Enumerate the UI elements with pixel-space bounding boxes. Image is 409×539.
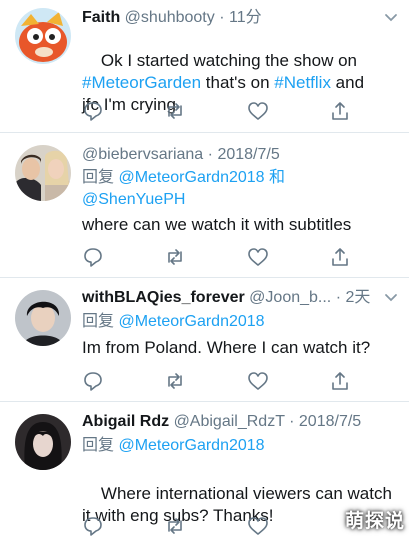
tweet[interactable]: withBLAQies_forever @Joon_b... · 2天 回复 @… xyxy=(0,278,409,402)
separator: · xyxy=(219,9,225,26)
mention-link[interactable]: @MeteorGardn2018 xyxy=(118,169,264,186)
reply-context: 回复 @MeteorGardn2018 xyxy=(82,311,265,333)
reply-prefix: 回复 xyxy=(82,437,119,454)
handle[interactable]: @shuhbooty xyxy=(125,9,215,26)
reply-context: 回复 @MeteorGardn2018 xyxy=(82,435,265,457)
reply-prefix: 回复 xyxy=(82,169,119,186)
action-bar xyxy=(82,100,362,122)
action-bar xyxy=(82,370,362,392)
reply-prefix: 回复 xyxy=(82,313,119,330)
person-avatar-image xyxy=(15,290,71,346)
tweet-text-segment: where can we watch it with subtitles xyxy=(82,215,352,234)
couple-avatar-image xyxy=(15,145,71,201)
tweet-text-segment: Ok I started watching the show on xyxy=(100,51,357,70)
action-bar xyxy=(82,515,362,537)
handle[interactable]: @Joon_b... xyxy=(249,289,331,306)
avatar[interactable] xyxy=(15,145,71,201)
tweet-text: Im from Poland. Where I can watch it? xyxy=(82,337,397,359)
retweet-icon[interactable] xyxy=(164,370,186,392)
tweet-text-segment: Im from Poland. Where I can watch it? xyxy=(82,338,371,357)
timestamp[interactable]: 11分 xyxy=(229,9,262,26)
tweet-header: @biebervsariana · 2018/7/5 xyxy=(82,145,399,165)
share-icon[interactable] xyxy=(329,370,351,392)
fish-avatar-image xyxy=(15,8,71,64)
tweet[interactable]: Faith @shuhbooty · 11分 Ok I started watc… xyxy=(0,0,409,133)
retweet-icon[interactable] xyxy=(164,100,186,122)
action-bar xyxy=(82,246,362,268)
reply-icon[interactable] xyxy=(82,246,104,268)
like-icon[interactable] xyxy=(247,246,269,268)
reply-context-line-2: @ShenYuePH xyxy=(82,189,185,211)
separator: · xyxy=(335,289,342,306)
hashtag-link[interactable]: #Netflix xyxy=(274,73,331,92)
share-icon[interactable] xyxy=(329,100,351,122)
tweet[interactable]: @biebervsariana · 2018/7/5 回复 @MeteorGar… xyxy=(0,133,409,278)
avatar[interactable] xyxy=(15,8,71,64)
display-name[interactable]: Faith xyxy=(82,9,120,26)
display-name[interactable]: withBLAQies_forever xyxy=(82,289,245,306)
reply-join: 和 xyxy=(264,169,286,186)
tweet-header: Faith @shuhbooty · 11分 xyxy=(82,8,399,28)
mention-link[interactable]: @MeteorGardn2018 xyxy=(118,437,264,454)
handle[interactable]: @Abigail_RdzT xyxy=(174,413,285,430)
watermark: 萌探说 xyxy=(344,510,405,532)
tweet-header: withBLAQies_forever @Joon_b... · 2天 xyxy=(82,288,399,308)
tweet-header: Abigail Rdz @Abigail_RdzT · 2018/7/5 xyxy=(82,412,399,432)
separator: · xyxy=(207,146,213,163)
separator: · xyxy=(289,413,295,430)
avatar[interactable] xyxy=(15,290,71,346)
tweet-text-segment: that's on xyxy=(201,73,275,92)
reply-icon[interactable] xyxy=(82,100,104,122)
mention-link[interactable]: @ShenYuePH xyxy=(82,191,185,208)
avatar[interactable] xyxy=(15,414,71,470)
like-icon[interactable] xyxy=(247,370,269,392)
person-avatar-image xyxy=(15,414,71,470)
reply-context: 回复 @MeteorGardn2018 和 xyxy=(82,167,285,189)
handle[interactable]: @biebervsariana xyxy=(82,146,203,163)
like-icon[interactable] xyxy=(247,100,269,122)
like-icon[interactable] xyxy=(247,515,269,537)
reply-icon[interactable] xyxy=(82,370,104,392)
timestamp[interactable]: 2018/7/5 xyxy=(299,413,361,430)
chevron-down-icon[interactable] xyxy=(383,10,399,26)
reply-icon[interactable] xyxy=(82,515,104,537)
retweet-icon[interactable] xyxy=(164,515,186,537)
retweet-icon[interactable] xyxy=(164,246,186,268)
share-icon[interactable] xyxy=(329,246,351,268)
display-name[interactable]: Abigail Rdz xyxy=(82,413,169,430)
chevron-down-icon[interactable] xyxy=(383,290,399,306)
tweet-text: where can we watch it with subtitles xyxy=(82,214,397,236)
hashtag-link[interactable]: #MeteorGarden xyxy=(82,73,201,92)
timestamp[interactable]: 2天 xyxy=(345,289,370,306)
mention-link[interactable]: @MeteorGardn2018 xyxy=(118,313,264,330)
timestamp[interactable]: 2018/7/5 xyxy=(217,146,279,163)
